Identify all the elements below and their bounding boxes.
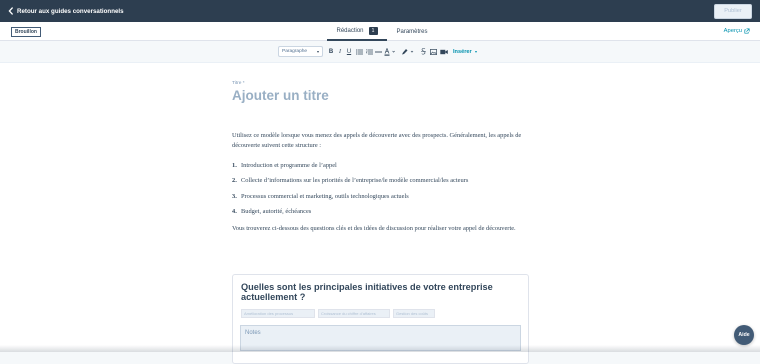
external-link-icon [744, 28, 750, 34]
title-field-label: Titre * [232, 81, 245, 86]
insert-menu-button[interactable]: Insérer [453, 47, 477, 56]
numbered-list-icon [365, 48, 373, 54]
highlight-color-button[interactable] [401, 47, 415, 56]
list-item[interactable]: 2. Collecte d’informations sur les priori… [232, 177, 468, 184]
list-item[interactable]: 1. Introduction et programme de l’appel [232, 162, 337, 169]
preview-label: Aperçu [723, 28, 742, 34]
editor-tabs-bar: Brouillon Rédaction 1 Paramètres Aperçu [0, 22, 760, 41]
list-item-number: 3. [232, 193, 237, 200]
bullet-list-button[interactable] [355, 47, 363, 56]
list-item-number: 4. [232, 208, 237, 215]
strikethrough-icon [420, 48, 426, 55]
numbered-list-button[interactable] [365, 47, 373, 56]
text-color-icon [384, 47, 395, 56]
text-color-button[interactable] [384, 47, 396, 56]
horizontal-rule-icon [375, 51, 382, 52]
question-title[interactable]: Quelles sont les principales initiatives… [241, 282, 501, 302]
help-button[interactable]: Aide [734, 325, 754, 345]
answer-chip[interactable]: Gestion des coûts [393, 309, 435, 318]
paragraph-style-value: Paragraphe [282, 49, 308, 54]
formatting-toolbar: Paragraphe B I U Insérer [0, 41, 760, 63]
bullet-list-icon [355, 48, 363, 55]
list-item-number: 1. [232, 162, 237, 169]
tab-parametres-label: Paramètres [396, 28, 428, 35]
italic-button[interactable]: I [337, 47, 343, 56]
tab-redaction-label: Rédaction [336, 27, 364, 34]
list-item-number: 2. [232, 177, 237, 184]
clear-format-button[interactable] [420, 47, 426, 56]
back-link[interactable]: Retour aux guides conversationnels [8, 7, 124, 15]
outro-paragraph[interactable]: Vous trouverez ci-dessous des questions … [232, 224, 522, 234]
preview-link[interactable]: Aperçu [724, 28, 750, 34]
bottom-shadow [0, 345, 760, 352]
insert-video-button[interactable] [439, 47, 448, 56]
image-icon [429, 48, 437, 55]
insert-image-button[interactable] [429, 47, 437, 56]
list-item[interactable]: 4. Budget, autorité, échéances [232, 208, 311, 215]
tab-parametres[interactable]: Paramètres [392, 22, 432, 41]
publish-button[interactable]: Publier [714, 3, 752, 19]
underline-button[interactable]: U [346, 47, 352, 56]
insert-menu-label: Insérer [453, 48, 472, 55]
title-input[interactable]: Ajouter un titre [232, 88, 329, 103]
list-item-text: Processus commercial et marketing, outil… [241, 193, 409, 200]
answer-chip[interactable]: Croissance du chiffre d’affaires [318, 309, 390, 318]
list-item-text: Budget, autorité, échéances [241, 208, 312, 215]
list-item[interactable]: 3. Processus commercial et marketing, out… [232, 193, 409, 200]
horizontal-rule-button[interactable] [375, 47, 382, 56]
chevron-down-icon [474, 50, 477, 53]
answer-chip[interactable]: Amélioration des processus [241, 309, 315, 318]
video-icon [439, 49, 448, 54]
tab-count-badge: 1 [368, 26, 378, 35]
list-item-text: Introduction et programme de l’appel [241, 162, 337, 169]
bold-button[interactable]: B [328, 47, 334, 56]
chevron-down-icon [317, 51, 319, 53]
status-badge: Brouillon [11, 27, 41, 37]
intro-paragraph[interactable]: Utilisez ce modèle lorsque vous menez de… [232, 131, 522, 151]
top-bar: Retour aux guides conversationnels Publi… [0, 0, 760, 22]
chevron-left-icon [8, 7, 14, 15]
paragraph-style-select[interactable]: Paragraphe [278, 46, 323, 57]
highlighter-icon [402, 48, 414, 54]
tab-redaction[interactable]: Rédaction 1 [327, 22, 387, 41]
list-item-text: Collecte d’informations sur les priorité… [241, 177, 469, 184]
back-link-label: Retour aux guides conversationnels [17, 7, 124, 15]
